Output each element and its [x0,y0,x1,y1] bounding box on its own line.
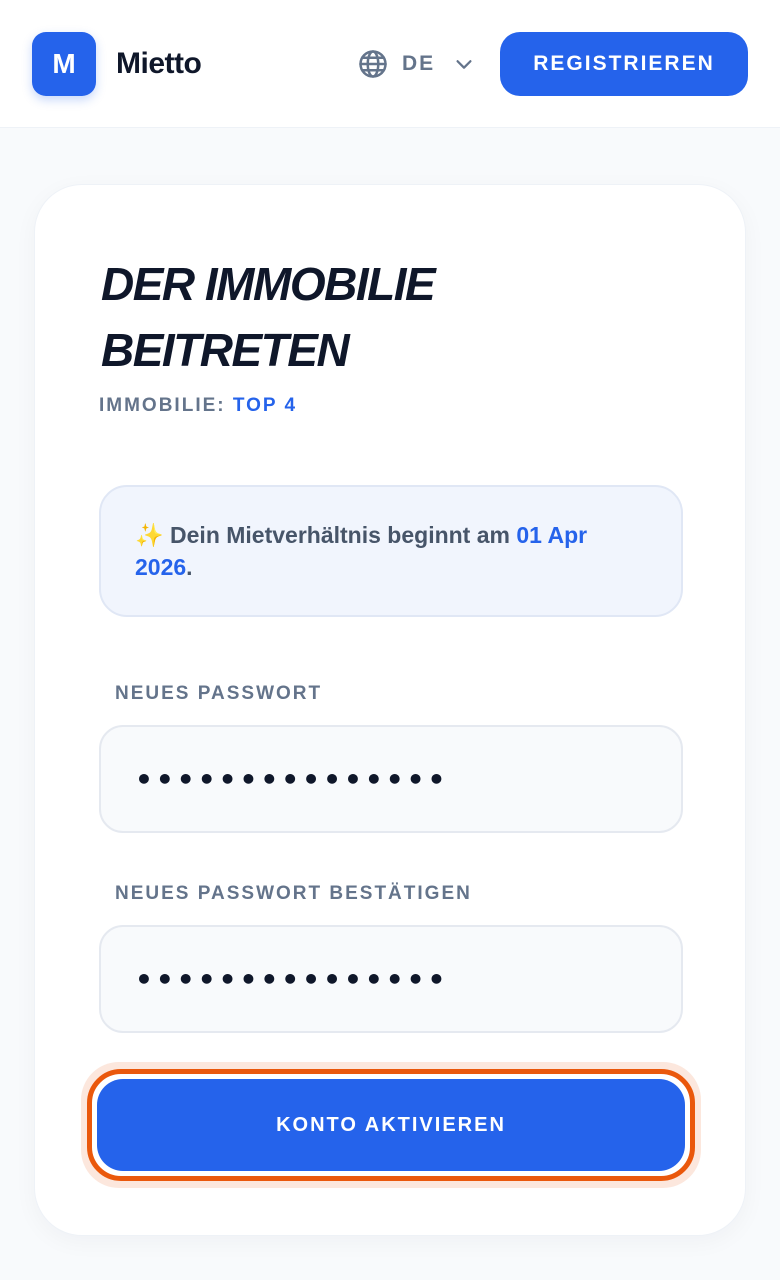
register-button[interactable]: REGISTRIEREN [500,32,748,96]
confirm-password-label: NEUES PASSWORT BESTÄTIGEN [115,883,472,904]
page-title: DER IMMOBILIE BEITRETEN [101,251,601,383]
new-password-field[interactable]: ••••••••••••••• [99,725,683,833]
activate-account-button[interactable]: KONTO AKTIVIEREN [87,1069,695,1181]
activate-account-label: KONTO AKTIVIEREN [97,1079,685,1171]
title-line-2: BEITRETEN [101,324,350,376]
new-password-label: NEUES PASSWORT [115,683,323,704]
property-info: IMMOBILIE: TOP 4 [99,395,297,417]
globe-icon [359,50,387,78]
language-selector[interactable]: DE [358,44,475,84]
notice-end: . [186,554,193,580]
property-value: TOP 4 [232,395,298,416]
brand-name: Mietto [116,47,202,80]
property-label: IMMOBILIE: [99,395,226,416]
chevron-down-icon [456,60,472,69]
confirm-password-field[interactable]: ••••••••••••••• [99,925,683,1033]
logo[interactable]: M [32,32,96,96]
confirm-password-value: ••••••••••••••• [135,962,449,996]
join-property-card: DER IMMOBILIE BEITRETEN IMMOBILIE: TOP 4… [34,184,746,1236]
notice-text: Dein Mietverhältnis beginnt am [170,522,510,548]
language-code: DE [402,52,436,75]
app-header: M Mietto DE REGISTRIEREN [0,0,780,128]
sparkles-icon: ✨ [135,522,164,548]
title-line-1: DER IMMOBILIE [101,258,436,310]
new-password-value: ••••••••••••••• [135,762,449,796]
lease-start-notice: ✨ Dein Mietverhältnis beginnt am 01 Apr … [99,485,683,617]
